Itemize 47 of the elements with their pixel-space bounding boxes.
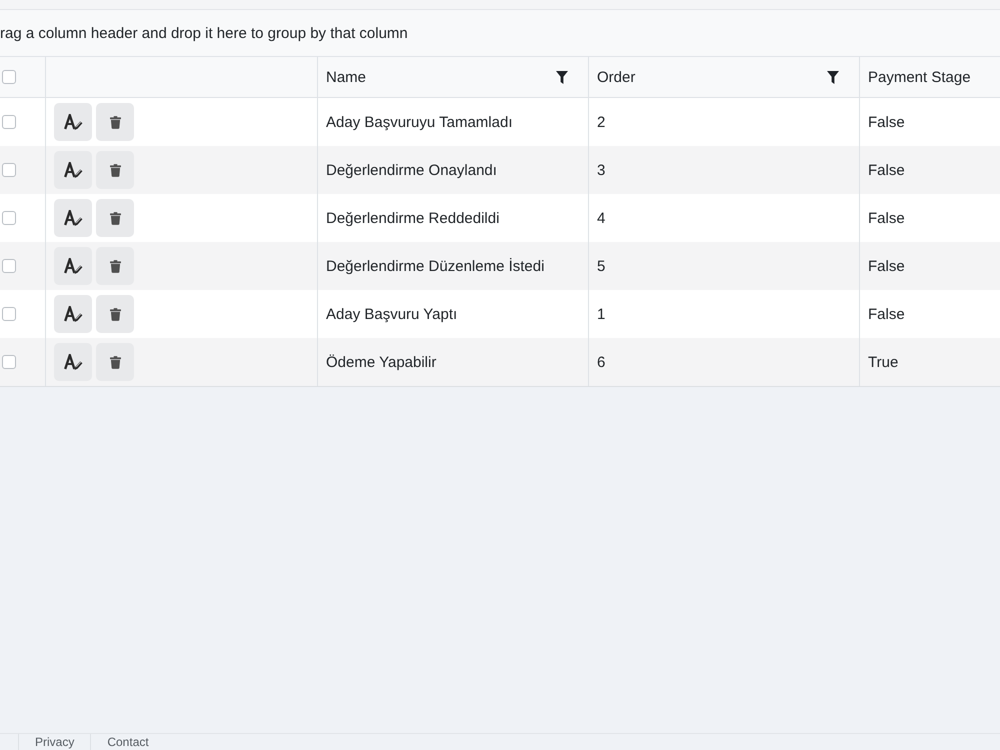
edit-button[interactable] (54, 103, 92, 141)
filter-icon[interactable] (556, 70, 568, 84)
footer-link[interactable]: Privacy (19, 734, 90, 750)
trash-icon (110, 356, 120, 368)
row-checkbox[interactable] (2, 211, 16, 225)
table-cell: 6 (589, 338, 860, 386)
select-all-checkbox[interactable] (2, 70, 16, 84)
edit-button[interactable] (54, 247, 92, 285)
column-header[interactable]: Name (326, 68, 366, 86)
delete-button[interactable] (96, 247, 134, 285)
delete-button[interactable] (96, 199, 134, 237)
table-cell-text: False (867, 112, 906, 132)
row-checkbox[interactable] (2, 115, 16, 129)
table-cell-text: False (867, 256, 906, 276)
letter-pencil-icon (64, 114, 82, 130)
delete-button[interactable] (96, 103, 134, 141)
row-checkbox[interactable] (2, 163, 16, 177)
table-cell-text: True (867, 352, 900, 372)
filter-icon[interactable] (827, 70, 839, 84)
row-checkbox[interactable] (2, 355, 16, 369)
column-header[interactable]: Order (597, 68, 636, 86)
trash-icon (110, 260, 120, 272)
trash-icon (110, 116, 120, 128)
trash-icon (110, 308, 120, 320)
edit-button[interactable] (54, 199, 92, 237)
delete-button[interactable] (96, 343, 134, 381)
edit-button[interactable] (54, 343, 92, 381)
table-cell: Ödeme Yapabilir (318, 338, 589, 386)
footer-link[interactable]: Contact (91, 734, 165, 750)
trash-icon (110, 164, 120, 176)
row-checkbox[interactable] (2, 307, 16, 321)
trash-icon (110, 212, 120, 224)
letter-pencil-icon (64, 354, 82, 370)
table-cell-text: False (867, 208, 906, 228)
letter-pencil-icon (64, 306, 82, 322)
edit-button[interactable] (54, 151, 92, 189)
table-cell-text: False (867, 160, 906, 180)
letter-pencil-icon (64, 258, 82, 274)
column-header[interactable]: Payment Stage (868, 68, 971, 86)
letter-pencil-icon (64, 210, 82, 226)
edit-button[interactable] (54, 295, 92, 333)
row-checkbox[interactable] (2, 259, 16, 273)
group-hint: rag a column header and drop it here to group by that column (0, 24, 408, 42)
letter-pencil-icon (64, 162, 82, 178)
table-cell-text: False (867, 304, 906, 324)
delete-button[interactable] (96, 295, 134, 333)
delete-button[interactable] (96, 151, 134, 189)
